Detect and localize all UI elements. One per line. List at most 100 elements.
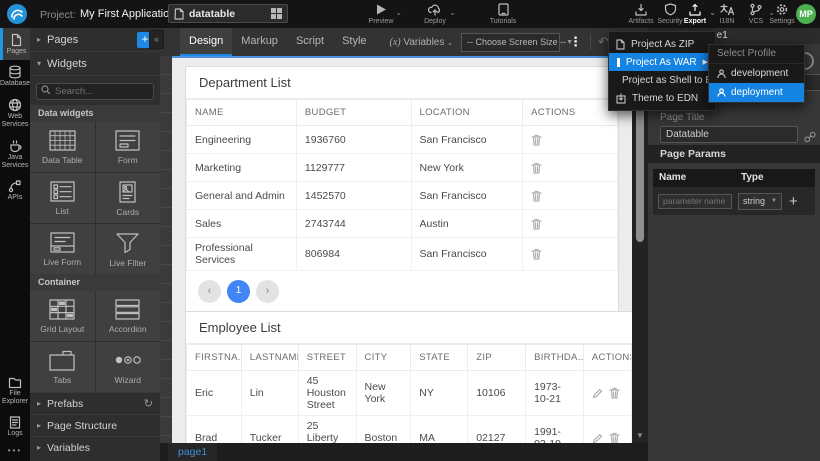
deploy-button[interactable]: ⌄ Deploy	[412, 3, 458, 25]
rail-item-file-explorer[interactable]: File Explorer	[0, 371, 30, 411]
delete-row-icon[interactable]	[531, 161, 542, 173]
delete-row-icon[interactable]	[531, 248, 542, 260]
rail-item-pages[interactable]: Pages	[0, 28, 30, 60]
variables-dropdown[interactable]: (x) Variables ⌄	[390, 37, 454, 48]
table-row[interactable]: Engineering1936760San Francisco	[187, 126, 618, 154]
delete-row-icon[interactable]	[531, 133, 542, 145]
settings-button[interactable]: ⌄ Settings	[764, 3, 800, 25]
tab-script[interactable]: Script	[287, 28, 333, 56]
profile-deployment[interactable]: deployment	[709, 83, 804, 102]
col-actions: ACTIONS	[523, 100, 618, 126]
table-row[interactable]: General and Admin1452570San Francisco	[187, 182, 618, 210]
pagination-prev-button[interactable]: ‹	[198, 280, 221, 303]
rail-item-apis[interactable]: APIs	[0, 174, 30, 206]
tab-markup[interactable]: Markup	[232, 28, 287, 56]
preview-chevron-icon[interactable]: ⌄	[395, 8, 402, 17]
deploy-chevron-icon[interactable]: ⌄	[449, 8, 456, 17]
rail-item-java-services[interactable]: Java Services	[0, 134, 30, 175]
table-row[interactable]: EricLin45 Houston StreetNew YorkNY101061…	[187, 371, 632, 416]
tab-style[interactable]: Style	[333, 28, 375, 56]
grid-view-icon[interactable]	[271, 8, 282, 19]
menu-item-project-as-zip[interactable]: Project As ZIP	[609, 35, 715, 53]
pages-icon	[10, 33, 23, 47]
prefabs-section-header[interactable]: ▸ Prefabs ↻	[30, 392, 160, 414]
tutorials-button[interactable]: Tutorials	[480, 3, 526, 25]
col-name[interactable]: NAME	[187, 100, 297, 126]
pages-section-header[interactable]: ▸ Pages +	[30, 28, 160, 52]
pagination-next-button[interactable]: ›	[256, 280, 279, 303]
delete-row-icon[interactable]	[609, 387, 620, 399]
rail-item-logs[interactable]: Logs	[0, 411, 30, 442]
col-street[interactable]: STREET	[298, 345, 356, 371]
tab-design[interactable]: Design	[180, 28, 232, 56]
widget-data-table[interactable]: Data Table	[30, 122, 95, 172]
page-title-input[interactable]	[660, 126, 798, 143]
preview-button[interactable]: ⌄ Preview	[358, 3, 404, 25]
prefabs-refresh-icon[interactable]: ↻	[144, 397, 153, 410]
col-location[interactable]: LOCATION	[411, 100, 523, 126]
panel-collapse-button[interactable]: «	[149, 30, 164, 49]
widget-wizard[interactable]: Wizard	[96, 342, 161, 392]
widget-tabs[interactable]: Tabs	[30, 342, 95, 392]
scroll-down-icon[interactable]: ▼	[632, 431, 648, 440]
menu-item-project-as-war[interactable]: Project As WAR ▶	[609, 53, 715, 71]
table-row[interactable]: Marketing1129777New York	[187, 154, 618, 182]
param-type-select[interactable]: string ▼	[738, 193, 782, 210]
translate-icon	[712, 3, 742, 17]
rail-item-databases[interactable]: Databases	[0, 60, 30, 92]
export-button[interactable]: ⌄ Export	[678, 3, 712, 25]
bottom-page-tab[interactable]: page1	[168, 443, 217, 461]
col-birthdate[interactable]: BIRTHDA...	[526, 345, 584, 371]
delete-row-icon[interactable]	[531, 217, 542, 229]
col-firstname[interactable]: FIRSTNA...	[187, 345, 242, 371]
page-structure-section-header[interactable]: ▸ Page Structure	[30, 414, 160, 436]
menu-item-project-shell-edn[interactable]: Project as Shell to EDN	[609, 71, 715, 89]
design-canvas[interactable]: Department List NAME BUDGET LOCATION ACT…	[172, 56, 632, 443]
widget-search-input[interactable]	[36, 83, 154, 100]
param-name-header: Name	[653, 169, 741, 187]
table-row[interactable]: Professional Services806984San Francisco	[187, 238, 618, 271]
col-state[interactable]: STATE	[411, 345, 468, 371]
table-row[interactable]: Sales2743744Austin	[187, 210, 618, 238]
widget-live-filter[interactable]: Live Filter	[96, 224, 161, 274]
rail-item-web-services[interactable]: Web Services	[0, 93, 30, 134]
profile-development[interactable]: development	[709, 64, 804, 83]
delete-row-icon[interactable]	[609, 432, 620, 443]
widget-live-form[interactable]: Live Form	[30, 224, 95, 274]
pagination-page-button[interactable]: 1	[227, 280, 250, 303]
widgets-section-header[interactable]: ▾ Widgets	[30, 52, 160, 76]
bind-link-icon[interactable]	[804, 128, 816, 146]
col-budget[interactable]: BUDGET	[296, 100, 411, 126]
wavemaker-logo-icon[interactable]	[7, 4, 27, 24]
widget-grid-layout[interactable]: Grid Layout	[30, 291, 95, 341]
page-selector-value: datatable	[189, 8, 266, 20]
col-lastname[interactable]: LASTNAME	[241, 345, 298, 371]
widget-list[interactable]: List	[30, 173, 95, 223]
col-city[interactable]: CITY	[356, 345, 411, 371]
page-selector[interactable]: datatable	[168, 4, 288, 23]
rail-more-icon[interactable]: •••	[0, 442, 30, 461]
canvas-ruler	[160, 56, 172, 443]
container-label: Container	[30, 274, 160, 291]
variables-section-header[interactable]: ▸ Variables	[30, 436, 160, 458]
delete-row-icon[interactable]	[531, 189, 542, 201]
widget-form[interactable]: Form	[96, 122, 161, 172]
i18n-button[interactable]: I18N	[712, 3, 742, 25]
edit-row-icon[interactable]	[592, 432, 602, 443]
user-avatar[interactable]: MP	[796, 4, 816, 24]
table-row[interactable]: BradTucker25 Liberty PlBostonMA021271991…	[187, 416, 632, 444]
widget-accordion[interactable]: Accordion	[96, 291, 161, 341]
widget-cards[interactable]: Cards	[96, 173, 161, 223]
param-name-input[interactable]	[658, 194, 732, 209]
edit-row-icon[interactable]	[592, 387, 602, 399]
add-param-button[interactable]: +	[789, 194, 798, 209]
department-list-title: Department List	[186, 67, 618, 99]
top-bar: Project: My First Application › datatabl…	[0, 0, 820, 28]
document-icon	[616, 39, 625, 50]
menu-item-theme-edn[interactable]: Theme to EDN	[609, 89, 715, 107]
col-zip[interactable]: ZIP	[468, 345, 526, 371]
screen-size-select[interactable]: -- Choose Screen Size -- ▼	[461, 33, 560, 52]
more-options-icon[interactable]: ⋮	[569, 34, 582, 50]
canvas-scrollbar[interactable]: ▼	[632, 56, 648, 443]
profile-submenu: Select Profile development deployment	[708, 44, 805, 103]
